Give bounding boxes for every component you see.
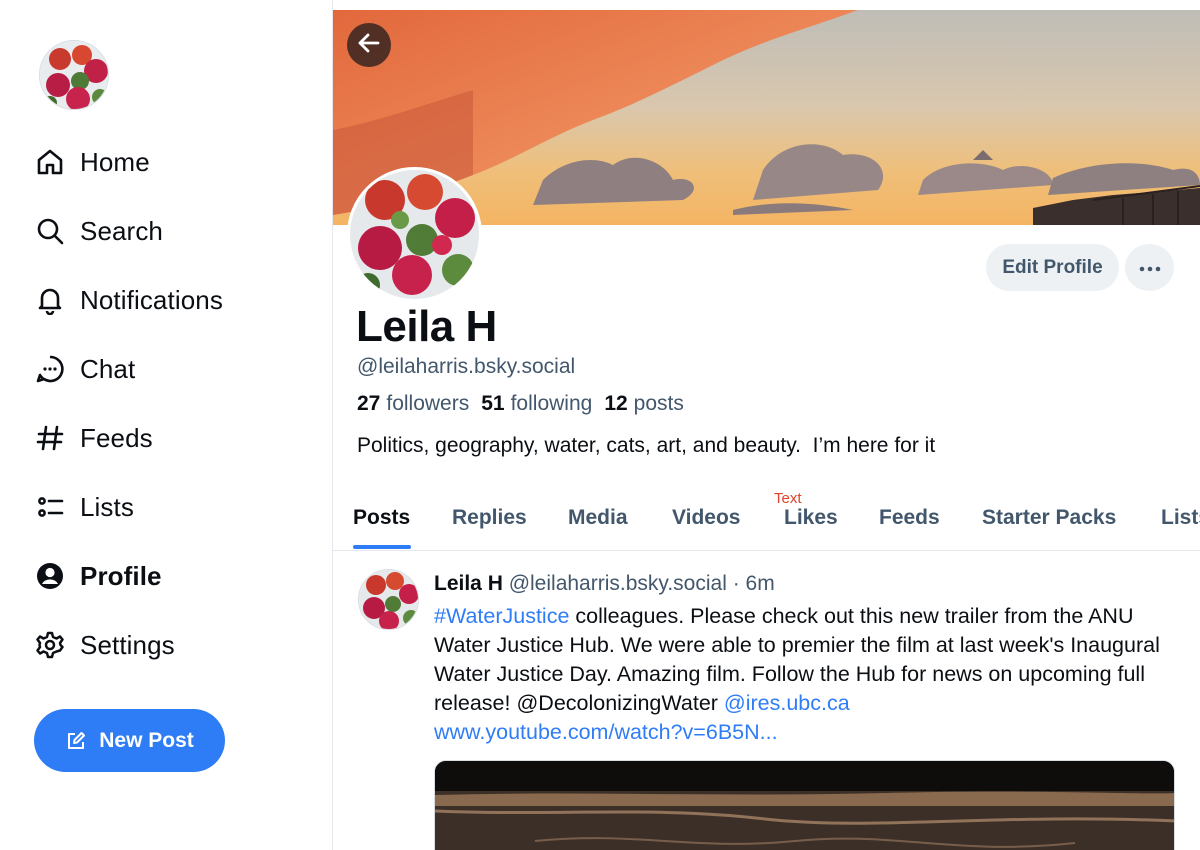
post-separator: · bbox=[726, 572, 746, 595]
home-icon bbox=[34, 146, 66, 178]
left-sidebar: Home Search Notifications Chat Feeds Lis… bbox=[0, 0, 333, 850]
new-post-label: New Post bbox=[99, 728, 194, 752]
arrow-left-icon bbox=[356, 30, 382, 61]
sidebar-item-label: Home bbox=[80, 146, 150, 177]
sidebar-item-profile[interactable]: Profile bbox=[34, 554, 162, 598]
sidebar-avatar[interactable] bbox=[39, 40, 109, 110]
back-button[interactable] bbox=[347, 23, 391, 67]
video-embed[interactable] bbox=[434, 760, 1175, 850]
tab-posts[interactable]: Posts bbox=[353, 506, 410, 530]
post-item[interactable]: Leila H @leilaharris.bsky.social · 6m #W… bbox=[333, 552, 1200, 850]
followers-stat[interactable]: 27 followers bbox=[357, 392, 469, 416]
post-text: #WaterJustice colleagues. Please check o… bbox=[434, 602, 1184, 747]
chat-icon bbox=[34, 353, 66, 385]
bell-icon bbox=[34, 284, 66, 316]
sidebar-item-settings[interactable]: Settings bbox=[34, 623, 175, 667]
compose-icon bbox=[65, 730, 87, 752]
url-link[interactable]: www.youtube.com/watch?v=6B5N... bbox=[434, 720, 778, 744]
sidebar-item-label: Lists bbox=[80, 491, 134, 522]
tab-feeds[interactable]: Feeds bbox=[879, 506, 940, 530]
following-stat[interactable]: 51 following bbox=[481, 392, 592, 416]
post-author-name[interactable]: Leila H bbox=[434, 572, 503, 595]
text-annotation: Text bbox=[774, 490, 802, 507]
sidebar-item-search[interactable]: Search bbox=[34, 209, 163, 253]
tab-lists[interactable]: Lists bbox=[1161, 506, 1200, 530]
new-post-button[interactable]: New Post bbox=[34, 709, 225, 772]
following-count: 51 bbox=[481, 392, 505, 415]
edit-profile-button[interactable]: Edit Profile bbox=[986, 244, 1119, 291]
sidebar-item-notifications[interactable]: Notifications bbox=[34, 278, 223, 322]
sidebar-item-chat[interactable]: Chat bbox=[34, 347, 135, 391]
profile-display-name: Leila H bbox=[356, 302, 497, 351]
ellipsis-icon bbox=[1139, 259, 1161, 277]
sidebar-item-feeds[interactable]: Feeds bbox=[34, 416, 153, 460]
tab-likes[interactable]: Likes bbox=[784, 506, 838, 530]
post-author-avatar[interactable] bbox=[358, 569, 419, 630]
sidebar-item-label: Profile bbox=[80, 560, 162, 591]
active-tab-indicator bbox=[353, 545, 411, 549]
sidebar-item-label: Chat bbox=[80, 353, 136, 384]
profile-avatar[interactable] bbox=[347, 167, 482, 302]
sidebar-item-label: Feeds bbox=[80, 422, 153, 453]
gear-icon bbox=[34, 629, 66, 661]
post-header: Leila H @leilaharris.bsky.social · 6m bbox=[434, 572, 775, 596]
tab-videos[interactable]: Videos bbox=[672, 506, 740, 530]
profile-tabs: Posts Replies Media Videos Likes Feeds S… bbox=[333, 490, 1200, 551]
post-author-handle[interactable]: @leilaharris.bsky.social bbox=[509, 572, 727, 595]
hashtag-link[interactable]: #WaterJustice bbox=[434, 604, 569, 628]
posts-count: 12 bbox=[604, 392, 628, 415]
posts-label: posts bbox=[633, 392, 684, 415]
sidebar-item-label: Settings bbox=[80, 629, 175, 660]
list-icon bbox=[34, 491, 66, 523]
sidebar-item-label: Search bbox=[80, 215, 163, 246]
posts-stat: 12 posts bbox=[604, 392, 684, 416]
sidebar-item-home[interactable]: Home bbox=[34, 140, 150, 184]
followers-label: followers bbox=[386, 392, 470, 415]
mention-link[interactable]: @ires.ubc.ca bbox=[724, 691, 850, 715]
sidebar-item-lists[interactable]: Lists bbox=[34, 485, 134, 529]
sidebar-item-label: Notifications bbox=[80, 284, 223, 315]
profile-stats: 27 followers 51 following 12 posts bbox=[357, 392, 696, 416]
tab-replies[interactable]: Replies bbox=[452, 506, 527, 530]
profile-handle: @leilaharris.bsky.social bbox=[357, 355, 576, 378]
search-icon bbox=[34, 215, 66, 247]
user-circle-icon bbox=[34, 560, 66, 592]
tab-starter-packs[interactable]: Starter Packs bbox=[982, 506, 1116, 530]
followers-count: 27 bbox=[357, 392, 381, 415]
post-timestamp[interactable]: 6m bbox=[746, 572, 775, 595]
hash-icon bbox=[34, 422, 66, 454]
following-label: following bbox=[510, 392, 593, 415]
tab-media[interactable]: Media bbox=[568, 506, 628, 530]
profile-main: Edit Profile Leila H @leilaharris.bsky.s… bbox=[333, 0, 1200, 850]
more-options-button[interactable] bbox=[1125, 244, 1174, 291]
profile-bio: Politics, geography, water, cats, art, a… bbox=[357, 434, 936, 457]
